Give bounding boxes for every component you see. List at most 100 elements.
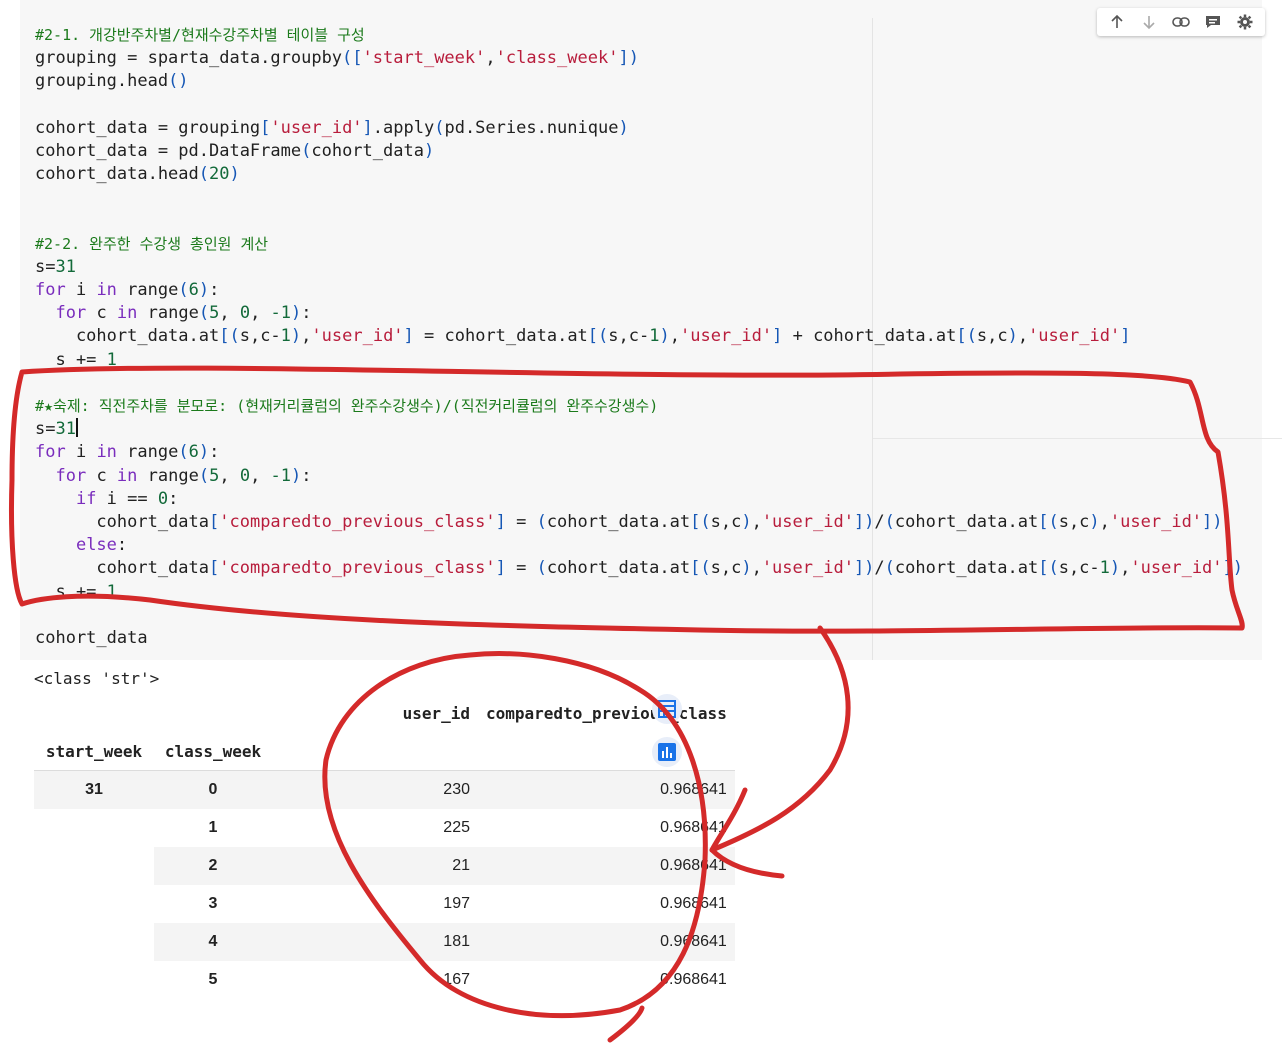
table-row: 4 181 0.968641	[34, 923, 735, 961]
code-line[interactable]: cohort_data	[35, 627, 1243, 650]
code-comment: #2-1. 개강반주차별/현재수강주차별 테이블 구성	[35, 26, 365, 44]
comment-icon[interactable]	[1201, 10, 1225, 34]
code-token: 6	[188, 280, 199, 301]
code-editor[interactable]: #2-1. 개강반주차별/현재수강주차별 테이블 구성 grouping = sp…	[35, 24, 1243, 650]
code-token: s,c-	[1058, 558, 1100, 579]
code-line[interactable]: cohort_data = grouping['user_id'].apply(…	[35, 117, 1243, 140]
index-class-week-cell: 2	[154, 847, 272, 885]
chart-suggest-icon[interactable]	[652, 737, 682, 767]
code-token: ,	[1017, 326, 1029, 347]
link-icon[interactable]	[1169, 10, 1193, 34]
table-row: 2 21 0.968641	[34, 847, 735, 885]
code-token: (	[536, 558, 547, 579]
move-down-icon[interactable]	[1137, 10, 1161, 34]
move-up-icon[interactable]	[1105, 10, 1129, 34]
code-line[interactable]: cohort_data['comparedto_previous_class']…	[35, 511, 1243, 534]
code-line[interactable]: if i == 0:	[35, 488, 1243, 511]
code-token: cohort_data.at	[546, 558, 691, 579]
code-line[interactable]: s += 1	[35, 581, 1243, 604]
code-line[interactable]: grouping = sparta_data.groupby(['start_w…	[35, 47, 1243, 70]
code-token: [	[209, 558, 220, 579]
ratio-cell: 0.968641	[660, 895, 727, 912]
code-line[interactable]	[35, 210, 1243, 233]
code-line[interactable]: else:	[35, 534, 1243, 557]
index-start-week-cell	[34, 809, 154, 847]
code-token: 'user_id'	[679, 326, 773, 347]
code-token: 'user_id'	[270, 117, 363, 138]
code-token: 5	[209, 303, 220, 324]
code-line[interactable]	[35, 604, 1243, 627]
code-line[interactable]: for i in range(6):	[35, 279, 1243, 302]
code-token: -1	[270, 465, 292, 486]
code-token: cohort_data	[35, 558, 209, 579]
code-token: [(	[690, 558, 711, 579]
code-line[interactable]: for c in range(5, 0, -1):	[35, 465, 1243, 488]
code-line[interactable]: s=31	[35, 418, 1243, 441]
code-line[interactable]: #2-1. 개강반주차별/현재수강주차별 테이블 구성	[35, 24, 1243, 47]
code-token: cohort_data	[35, 511, 209, 532]
code-token: ,	[1120, 558, 1131, 579]
stdout-text: <class 'str'>	[34, 669, 160, 688]
code-line[interactable]	[35, 94, 1243, 117]
user-id-cell: 181	[272, 923, 478, 961]
code-token: /	[874, 558, 885, 579]
code-line[interactable]: cohort_data = pd.DataFrame(cohort_data)	[35, 140, 1243, 163]
column-header-user-id: user_id	[402, 703, 470, 723]
ratio-cell: 0.968641	[478, 847, 735, 885]
code-token: 1	[649, 326, 660, 347]
code-token: cohort_data = pd.DataFrame	[35, 140, 302, 161]
code-token: 6	[188, 442, 199, 463]
code-token: [(	[587, 326, 609, 347]
code-line[interactable]	[35, 372, 1243, 395]
code-line[interactable]	[35, 186, 1243, 209]
code-token: ]	[362, 117, 373, 138]
code-token: s,c	[976, 326, 1008, 347]
code-token: )	[291, 303, 302, 324]
code-token: 'class_week'	[495, 48, 619, 69]
code-token: range	[116, 442, 179, 463]
code-token: pd.Series.nunique	[444, 117, 619, 138]
code-token: s,c-	[608, 326, 650, 347]
code-token: ])	[1222, 558, 1244, 579]
code-token: cohort_data	[35, 627, 148, 648]
code-token: ])	[1202, 511, 1223, 532]
table-row: 31 0 230 0.968641	[34, 770, 735, 809]
code-token: ,	[1099, 511, 1110, 532]
code-token: 0	[239, 465, 251, 486]
code-line[interactable]: #★숙제: 직전주차를 분모로: (현재커리큘럼의 완주수강생수)/(직전커리큘…	[35, 395, 1243, 418]
code-line[interactable]: cohort_data['comparedto_previous_class']…	[35, 557, 1243, 580]
code-token: 0	[239, 303, 251, 324]
code-token: s=	[35, 419, 56, 440]
code-token: (	[434, 117, 445, 138]
code-line[interactable]: for i in range(6):	[35, 441, 1243, 464]
code-line[interactable]: cohort_data.head(20)	[35, 163, 1243, 186]
table-convert-icon[interactable]	[652, 694, 682, 724]
code-token: i	[65, 280, 97, 301]
code-token: s=	[35, 256, 56, 277]
code-line[interactable]: s=31	[35, 256, 1243, 279]
index-class-week-cell: 1	[208, 819, 218, 836]
code-line[interactable]: grouping.head()	[35, 70, 1243, 93]
text-cursor	[75, 418, 78, 438]
code-line[interactable]: s += 1	[35, 349, 1243, 372]
code-token: ,	[250, 303, 271, 324]
code-token: cohort_data.at	[894, 511, 1039, 532]
code-token: 1	[1099, 558, 1110, 579]
code-token: ,	[669, 326, 680, 347]
code-token: ,	[301, 326, 312, 347]
code-token: range	[137, 303, 199, 324]
code-token: )	[291, 465, 302, 486]
code-line[interactable]: for c in range(5, 0, -1):	[35, 302, 1243, 325]
code-token: 'user_id'	[761, 511, 854, 532]
settings-icon[interactable]	[1233, 10, 1257, 34]
code-line[interactable]: #2-2. 완주한 수강생 총인원 계산	[35, 233, 1243, 256]
code-token: range	[116, 280, 179, 301]
code-token: )	[741, 511, 752, 532]
index-start-week-cell	[34, 923, 154, 961]
code-token: else	[75, 535, 117, 556]
code-line[interactable]: cohort_data.at[(s,c-1),'user_id'] = coho…	[35, 325, 1243, 348]
index-start-week-cell	[34, 961, 154, 999]
code-token: =	[505, 558, 537, 579]
code-token: for	[55, 465, 87, 486]
code-token: 'comparedto_previous_class'	[219, 511, 496, 532]
